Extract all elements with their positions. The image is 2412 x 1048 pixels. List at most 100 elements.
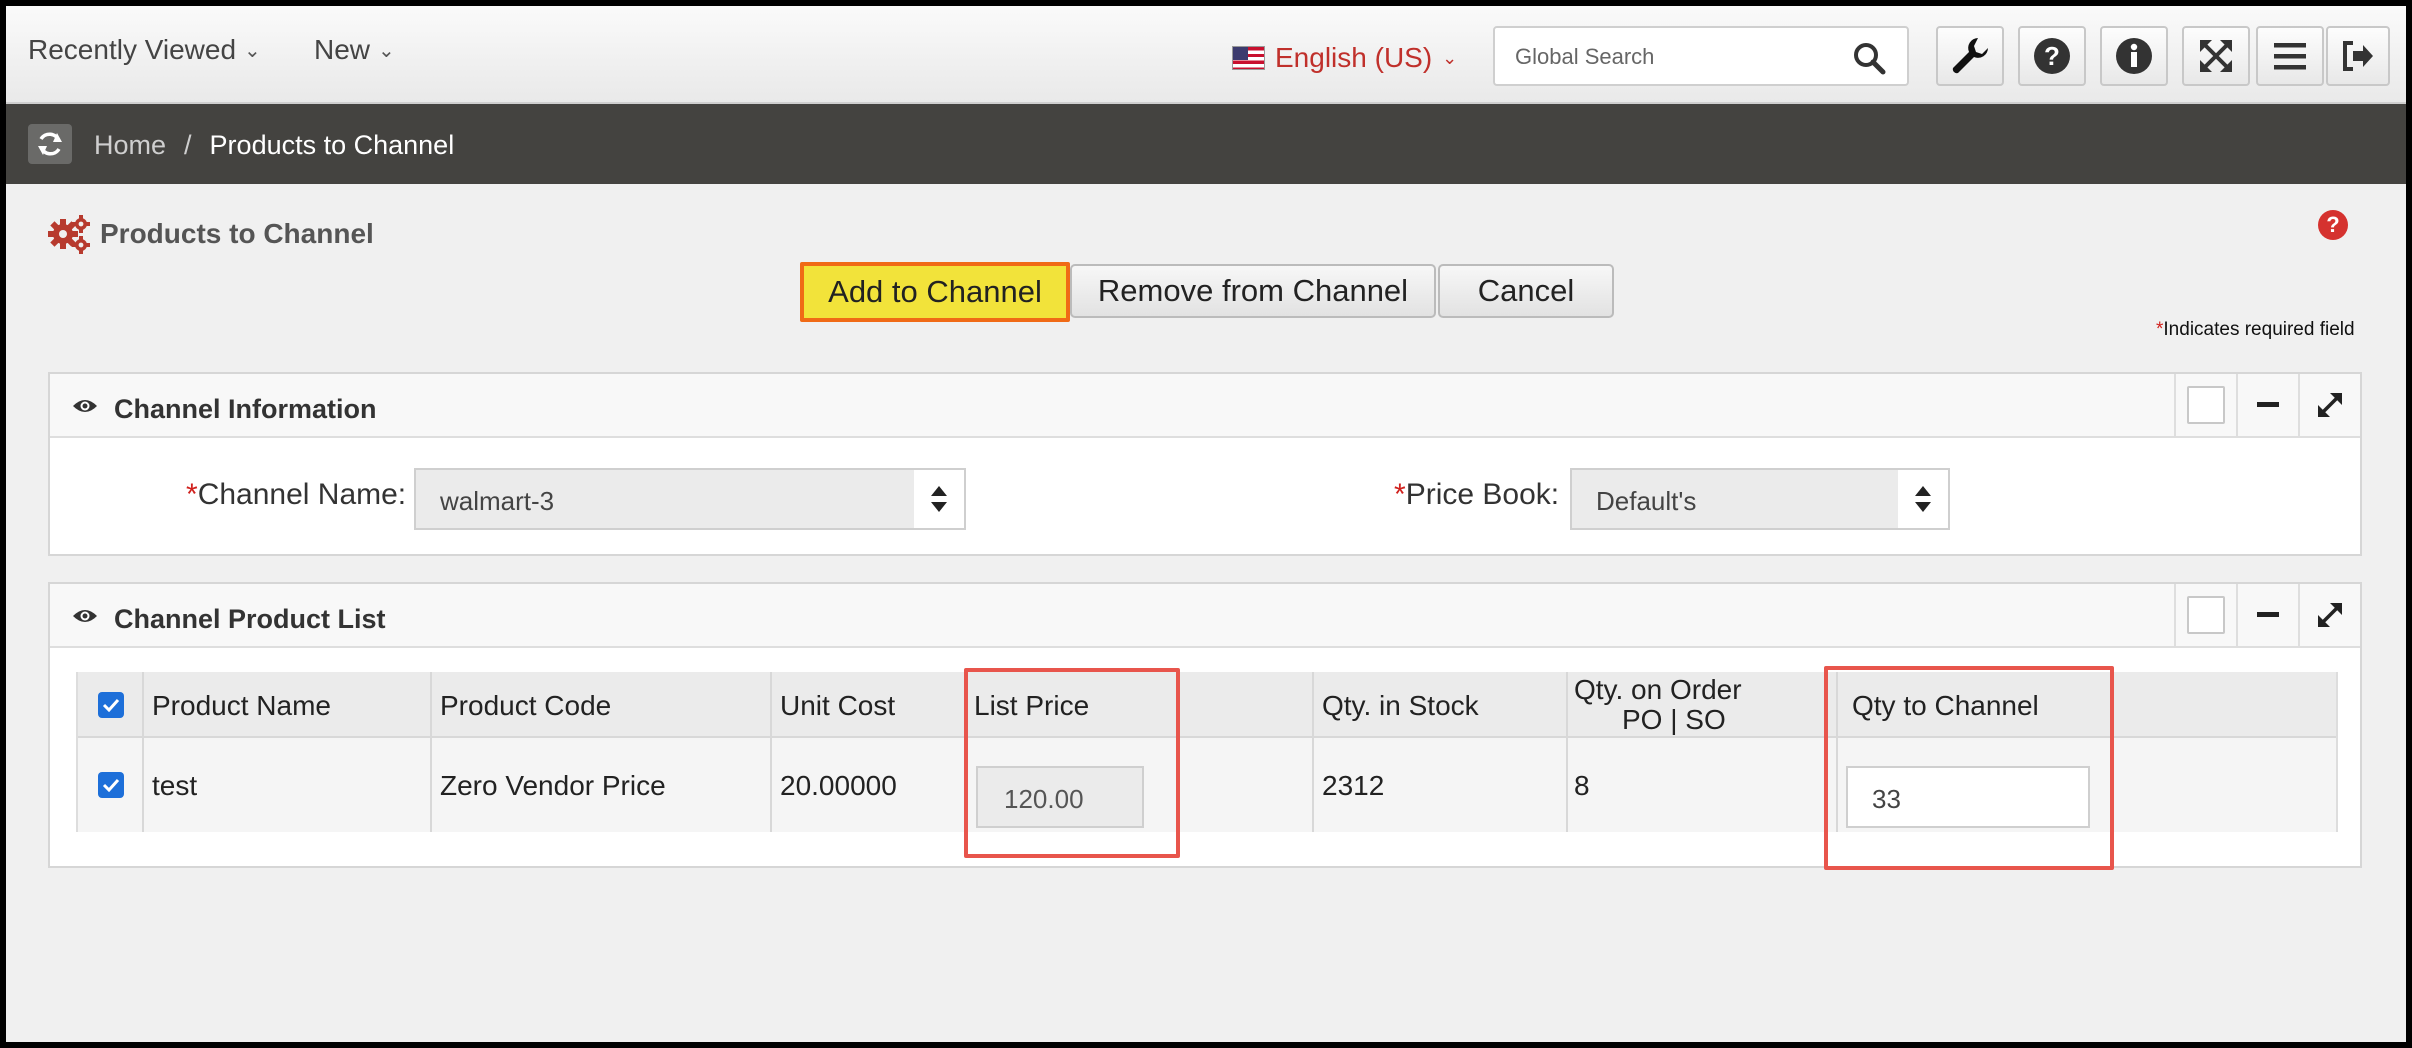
svg-text:?: ? bbox=[2044, 41, 2060, 71]
sign-out-icon bbox=[2343, 41, 2373, 71]
qty-on-order-value: 8 bbox=[1574, 770, 1590, 801]
channel-name-value: walmart-3 bbox=[440, 486, 555, 516]
select-all-cell bbox=[78, 672, 144, 736]
qty-to-channel-input[interactable]: 33 bbox=[1846, 766, 2090, 828]
language-selector[interactable]: English (US) ⌄ bbox=[1232, 42, 1457, 74]
checkmark-icon bbox=[102, 778, 120, 792]
required-field-note: *Indicates required field bbox=[2156, 319, 2355, 341]
app-window: Recently Viewed ⌄ New ⌄ English (US) ⌄ G… bbox=[6, 6, 2406, 1042]
channel-product-list-panel: Channel Product List Product Name Produc… bbox=[48, 582, 2362, 868]
breadcrumb: Home / Products to Channel bbox=[94, 130, 454, 161]
required-note-text: Indicates required field bbox=[2163, 319, 2355, 340]
header-qty-in-stock[interactable]: Qty. in Stock bbox=[1314, 672, 1568, 736]
header-label: List Price bbox=[974, 690, 1090, 721]
header-label: Unit Cost bbox=[780, 690, 896, 721]
cancel-button[interactable]: Cancel bbox=[1438, 264, 1614, 318]
checkbox-square bbox=[2187, 386, 2225, 424]
refresh-button[interactable] bbox=[28, 124, 72, 164]
help-button[interactable]: ? bbox=[2018, 26, 2086, 86]
cell-unit-cost: 20.00000 bbox=[772, 738, 966, 832]
hamburger-menu-icon bbox=[2274, 43, 2306, 70]
expand-panel-button[interactable] bbox=[2298, 374, 2360, 436]
recently-viewed-menu[interactable]: Recently Viewed ⌄ bbox=[28, 34, 261, 66]
checkmark-icon bbox=[102, 698, 120, 712]
expand-arrows-icon bbox=[2200, 40, 2232, 72]
wrench-icon bbox=[1952, 38, 1988, 74]
breadcrumb-separator: / bbox=[184, 130, 192, 160]
header-qty-on-order[interactable]: Qty. on Order PO | SO bbox=[1568, 672, 1838, 736]
channel-name-label-text: Channel Name: bbox=[197, 478, 407, 511]
cell-product-name: test bbox=[144, 738, 432, 832]
panel-title: Channel Information bbox=[114, 394, 377, 424]
panel-header: Channel Information bbox=[50, 374, 2360, 438]
minus-icon bbox=[2257, 612, 2279, 617]
table-header-row: Product Name Product Code Unit Cost List… bbox=[78, 672, 2336, 738]
logout-button[interactable] bbox=[2326, 26, 2390, 86]
expand-icon bbox=[2318, 393, 2342, 417]
global-search bbox=[1493, 26, 1909, 86]
price-book-label-text: Price Book: bbox=[1405, 478, 1560, 511]
header-product-name[interactable]: Product Name bbox=[144, 672, 432, 736]
unit-cost-value: 20.00000 bbox=[780, 770, 897, 801]
language-label: English (US) bbox=[1275, 42, 1433, 73]
select-arrows-icon bbox=[914, 470, 964, 528]
info-button[interactable] bbox=[2100, 26, 2168, 86]
expand-panel-button[interactable] bbox=[2298, 584, 2360, 646]
expand-icon bbox=[2318, 603, 2342, 627]
channel-name-label: *Channel Name: bbox=[186, 478, 406, 512]
header-qty-to-channel[interactable]: Qty to Channel bbox=[1838, 672, 2340, 736]
price-book-label: *Price Book: bbox=[1394, 478, 1559, 512]
refresh-icon bbox=[38, 132, 62, 156]
product-name-value: test bbox=[152, 770, 198, 801]
list-price-input: 120.00 bbox=[976, 766, 1144, 828]
channel-information-panel: Channel Information *Channel Name: walma… bbox=[48, 372, 2362, 556]
new-menu[interactable]: New ⌄ bbox=[314, 34, 395, 66]
header-label: Qty. on Order bbox=[1574, 674, 1742, 705]
header-sublabel: PO | SO bbox=[1622, 704, 1726, 735]
qty-to-channel-value: 33 bbox=[1872, 784, 1901, 814]
header-label: Product Name bbox=[152, 690, 331, 721]
chevron-down-icon: ⌄ bbox=[378, 39, 395, 62]
new-label: New bbox=[314, 34, 371, 65]
page-help-icon[interactable]: ? bbox=[2318, 210, 2348, 240]
page-title: Products to Channel bbox=[100, 218, 374, 249]
header-label: Product Code bbox=[440, 690, 612, 721]
list-price-value: 120.00 bbox=[1004, 784, 1084, 814]
eye-icon[interactable] bbox=[72, 607, 98, 625]
product-table: Product Name Product Code Unit Cost List… bbox=[76, 672, 2338, 832]
select-all-checkbox[interactable] bbox=[98, 692, 124, 718]
row-select-cell bbox=[78, 738, 144, 832]
us-flag-icon bbox=[1232, 46, 1265, 70]
info-circle-icon bbox=[2116, 38, 2152, 74]
row-checkbox[interactable] bbox=[98, 772, 124, 798]
chevron-down-icon: ⌄ bbox=[244, 39, 261, 62]
cell-qty-to-channel: 33 bbox=[1838, 738, 2340, 832]
collapse-panel-button[interactable] bbox=[2236, 374, 2298, 436]
collapse-panel-button[interactable] bbox=[2236, 584, 2298, 646]
minus-icon bbox=[2257, 402, 2279, 407]
eye-icon[interactable] bbox=[72, 397, 98, 415]
gears-icon bbox=[48, 215, 90, 254]
remove-from-channel-button[interactable]: Remove from Channel bbox=[1070, 264, 1436, 318]
menu-button[interactable] bbox=[2256, 26, 2324, 86]
checkbox-square bbox=[2187, 596, 2225, 634]
cell-qty-on-order: 8 bbox=[1568, 738, 1838, 832]
header-product-code[interactable]: Product Code bbox=[432, 672, 772, 736]
price-book-select[interactable]: Default's bbox=[1570, 468, 1950, 530]
breadcrumb-home-link[interactable]: Home bbox=[94, 130, 166, 161]
search-icon[interactable] bbox=[1851, 40, 1887, 76]
panel-title: Channel Product List bbox=[114, 604, 386, 634]
panel-select-checkbox[interactable] bbox=[2174, 374, 2236, 436]
add-to-channel-button[interactable]: Add to Channel bbox=[800, 262, 1070, 322]
header-list-price[interactable]: List Price bbox=[966, 672, 1314, 736]
settings-tools-button[interactable] bbox=[1936, 26, 2004, 86]
channel-name-select[interactable]: walmart-3 bbox=[414, 468, 966, 530]
fullscreen-button[interactable] bbox=[2182, 26, 2250, 86]
cell-list-price: 120.00 bbox=[966, 738, 1314, 832]
header-label: Qty to Channel bbox=[1852, 690, 2039, 721]
panel-select-checkbox[interactable] bbox=[2174, 584, 2236, 646]
header-unit-cost[interactable]: Unit Cost bbox=[772, 672, 966, 736]
search-input[interactable] bbox=[1515, 40, 1835, 74]
product-code-value: Zero Vendor Price bbox=[440, 770, 666, 801]
chevron-down-icon: ⌄ bbox=[1442, 47, 1458, 68]
